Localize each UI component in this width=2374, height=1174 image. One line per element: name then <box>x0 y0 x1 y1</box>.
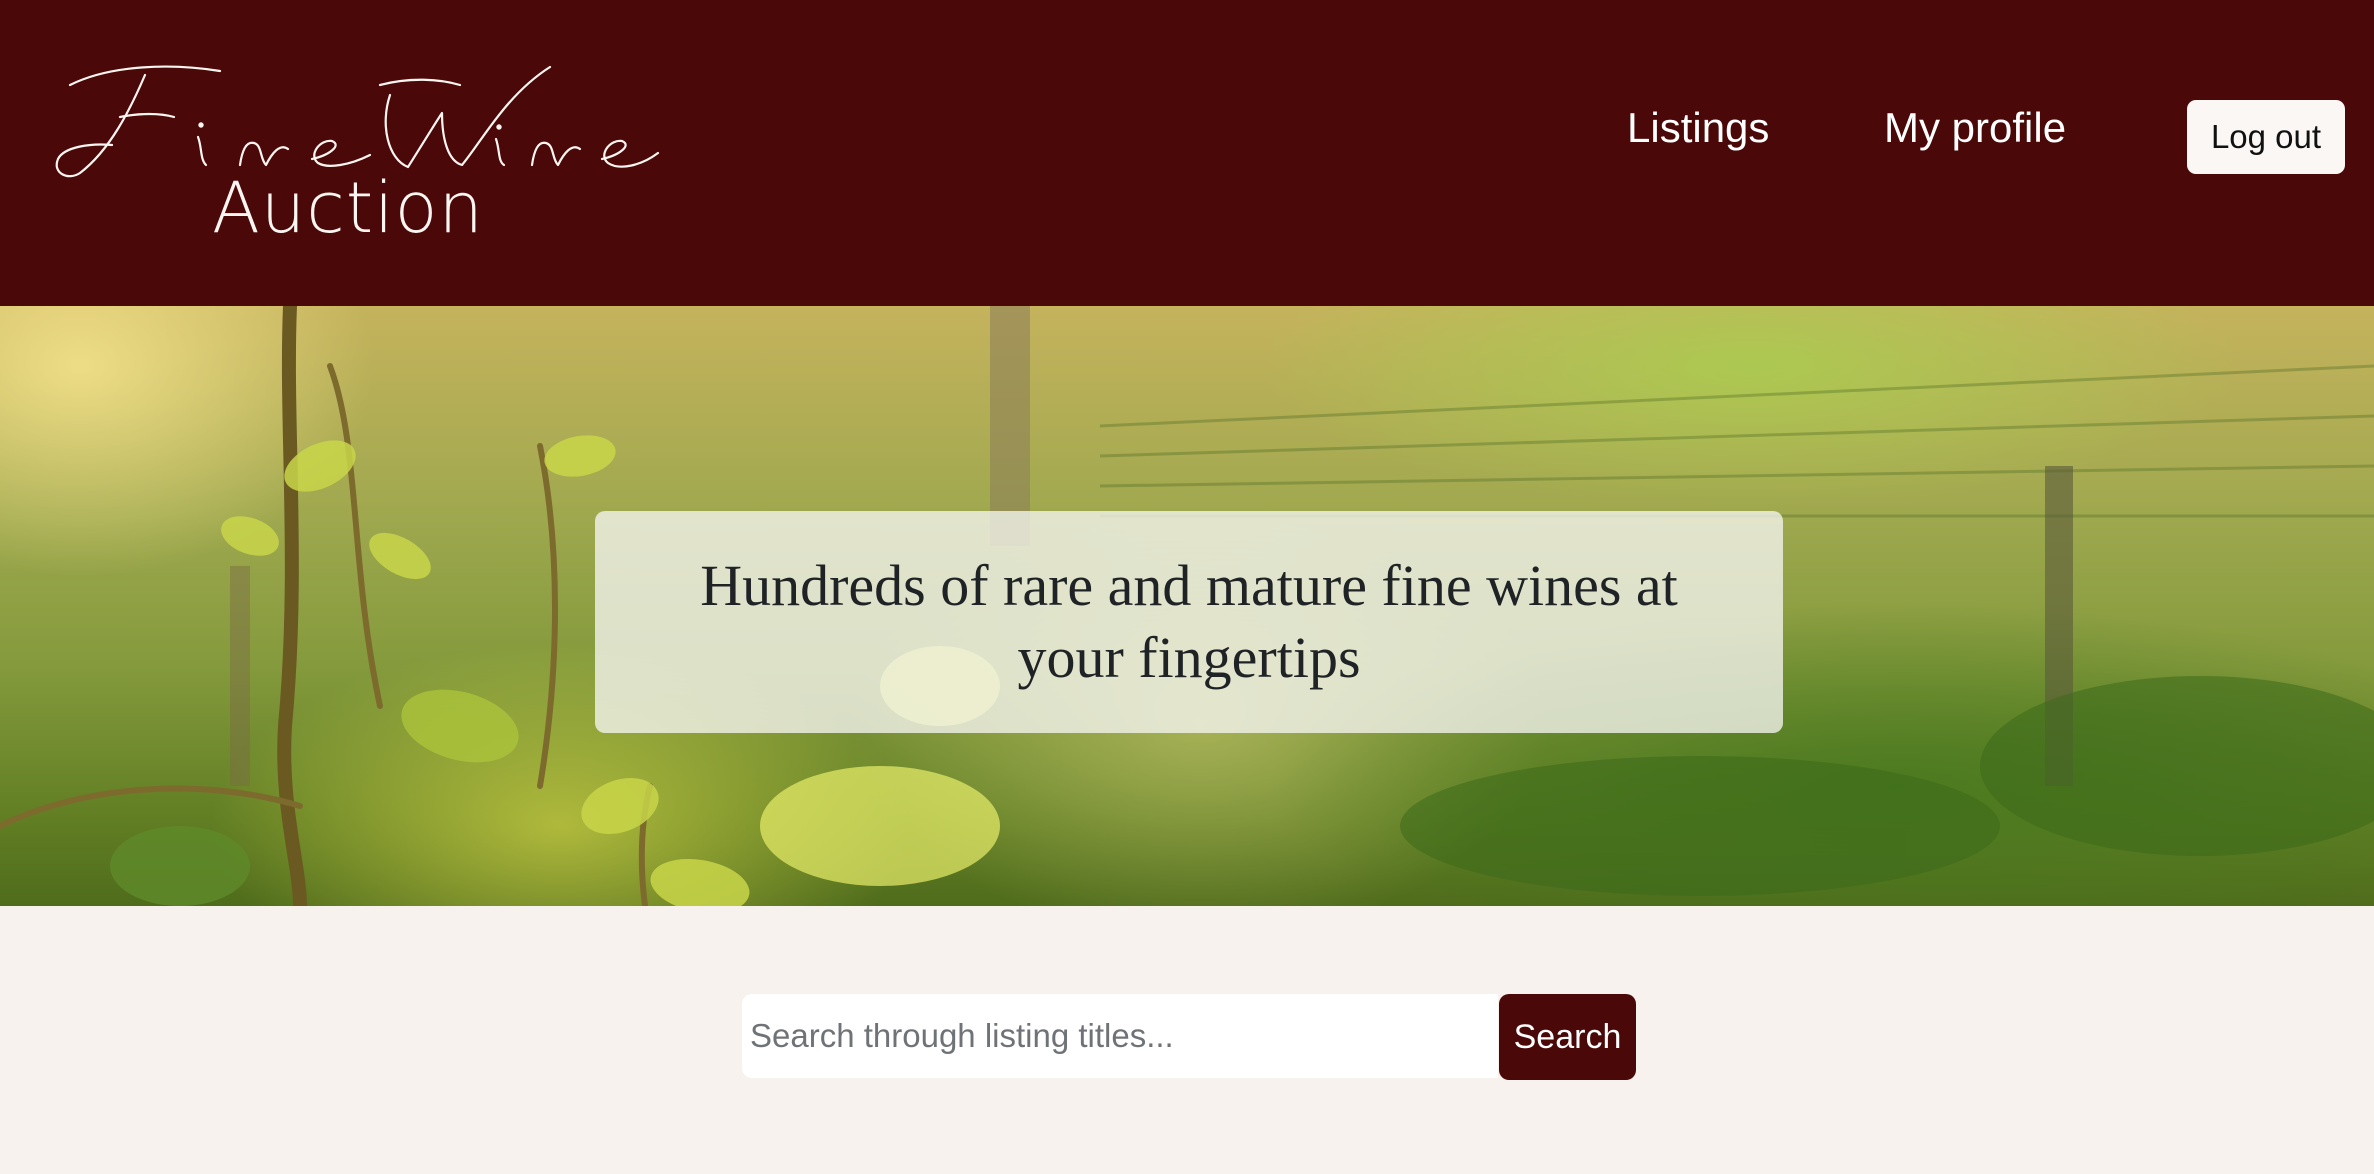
hero-banner: Hundreds of rare and mature fine wines a… <box>0 306 2374 906</box>
site-header: Auction Listings My profile Log out <box>0 0 2374 306</box>
hero-title: Hundreds of rare and mature fine wines a… <box>700 553 1678 690</box>
logo-subtitle: Auction <box>212 167 484 249</box>
search-button[interactable]: Search <box>1499 994 1636 1080</box>
logout-button[interactable]: Log out <box>2187 100 2345 174</box>
site-logo[interactable]: Auction <box>50 55 660 255</box>
search-input[interactable] <box>742 994 1498 1078</box>
nav-link-my-profile[interactable]: My profile <box>1884 107 2066 149</box>
logo-script-wordmark <box>55 65 660 178</box>
hero-card: Hundreds of rare and mature fine wines a… <box>595 511 1783 733</box>
nav-link-listings[interactable]: Listings <box>1627 107 1769 149</box>
